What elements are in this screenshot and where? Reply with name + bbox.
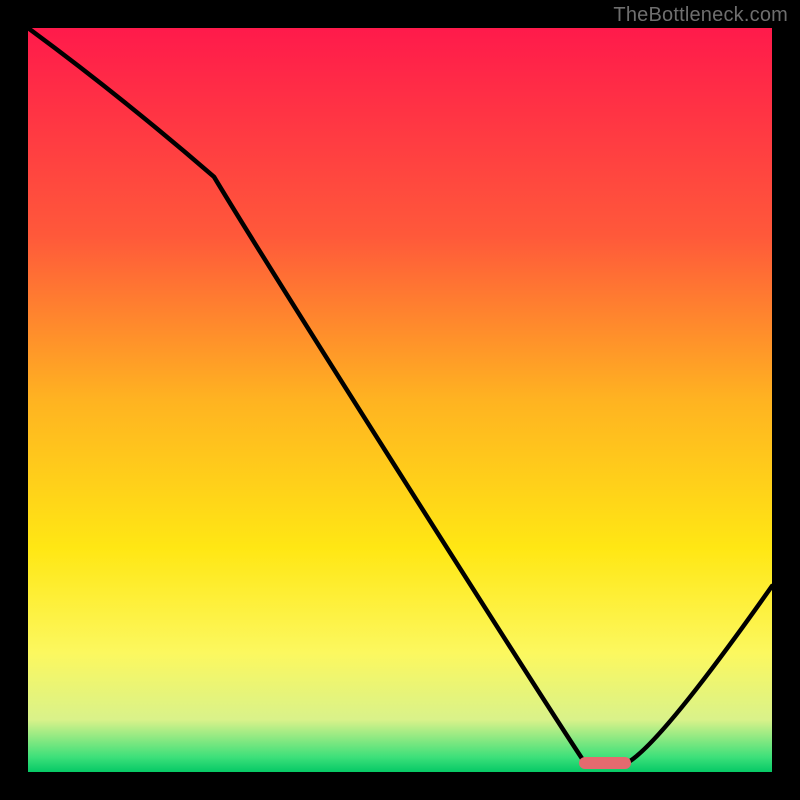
plot-area — [28, 28, 772, 772]
chart-frame: TheBottleneck.com — [0, 0, 800, 800]
optimal-range-marker — [579, 757, 631, 769]
heat-gradient — [28, 28, 772, 772]
attribution-label: TheBottleneck.com — [613, 4, 788, 27]
